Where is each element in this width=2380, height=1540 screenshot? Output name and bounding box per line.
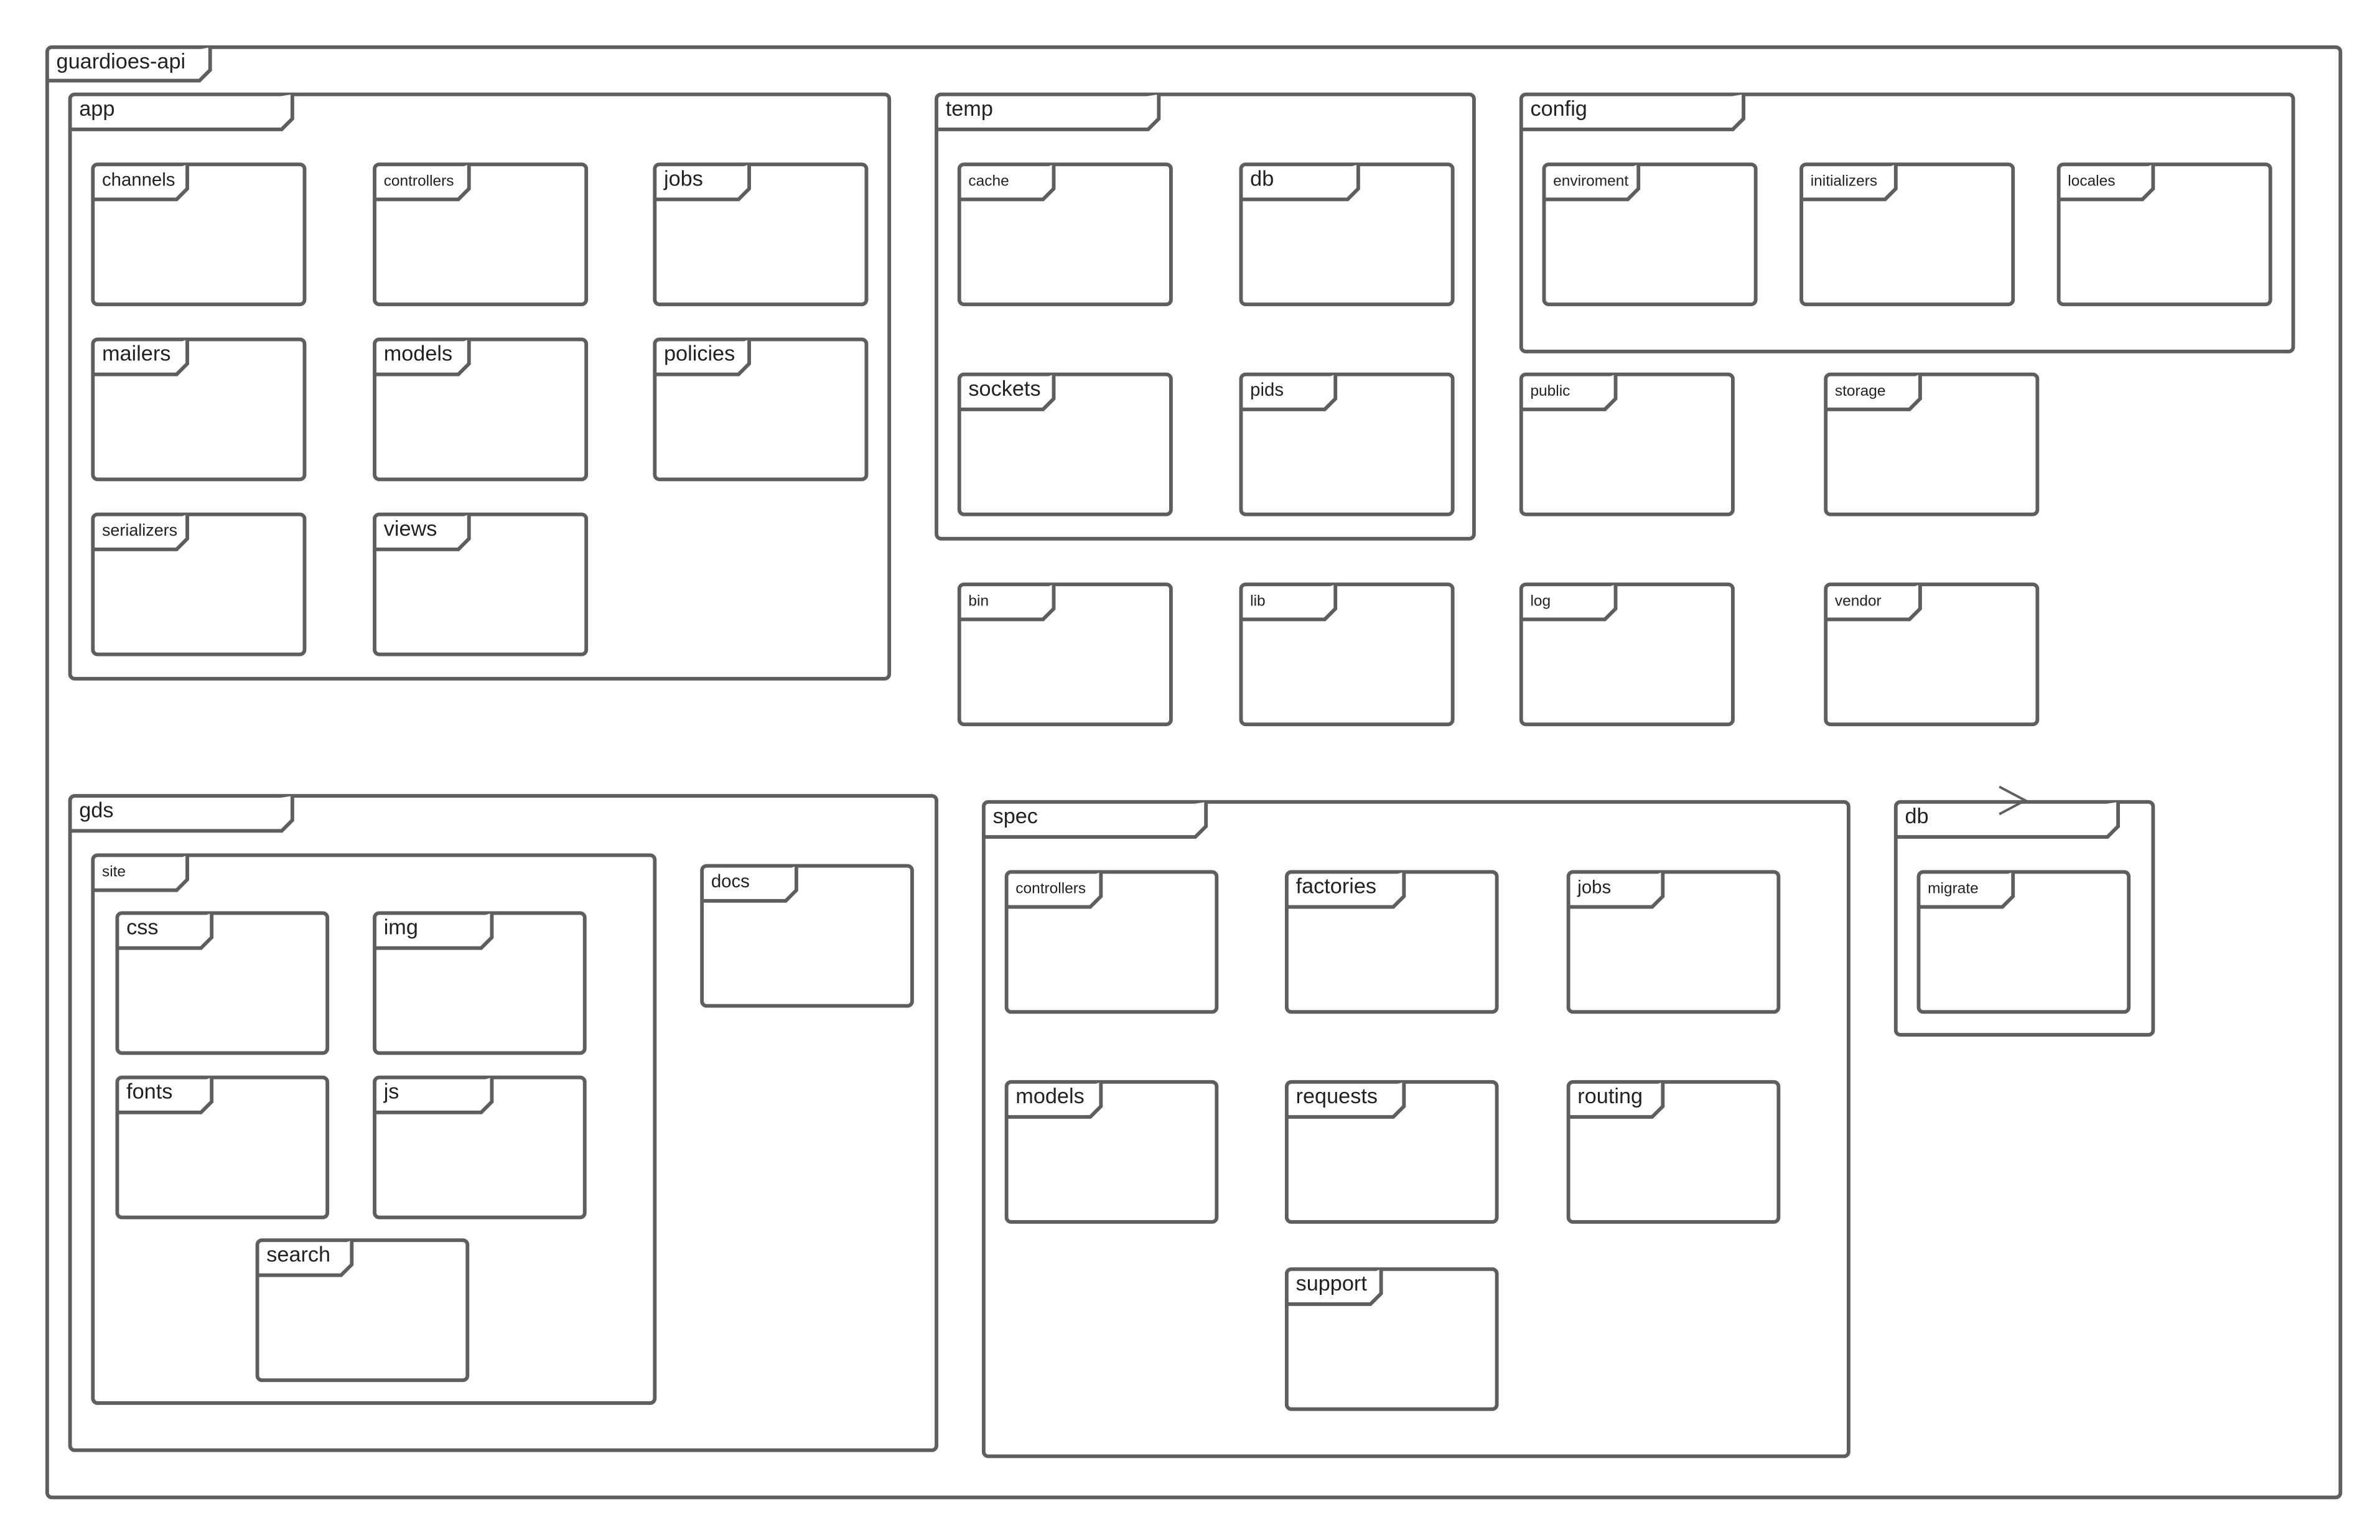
package-temp-db: db: [1239, 162, 1455, 307]
package-spec-models: models: [1004, 1080, 1219, 1224]
package-label: mailers: [102, 342, 170, 366]
package-spec-support: support: [1284, 1267, 1499, 1411]
package-site-search: search: [255, 1238, 470, 1383]
package-db-migrate: migrate: [1916, 870, 2131, 1014]
package-app-controllers: controllers: [373, 162, 589, 307]
package-spec-factories: factories: [1284, 870, 1499, 1014]
package-label: enviroment: [1553, 172, 1628, 189]
package-label: app: [79, 97, 114, 121]
package-config-initializers: initializers: [1799, 162, 2015, 307]
package-app-views: views: [373, 512, 589, 656]
package-config-enviroment: enviroment: [1542, 162, 1758, 307]
package-spec-jobs: jobs: [1566, 870, 1781, 1014]
package-frame: [957, 582, 1173, 727]
package-site-css: css: [115, 911, 330, 1055]
package-label: initializers: [1811, 172, 1877, 189]
package-vendor: vendor: [1824, 582, 2040, 727]
package-app-jobs: jobs: [653, 162, 869, 307]
package-config-locales: locales: [2056, 162, 2272, 307]
package-bin: bin: [957, 582, 1173, 727]
package-label: policies: [664, 342, 735, 366]
package-label: guardioes-api: [57, 50, 186, 73]
package-frame: [1239, 582, 1455, 727]
package-site-fonts: fonts: [115, 1075, 330, 1220]
package-label: serializers: [102, 521, 177, 539]
package-label: site: [102, 864, 126, 880]
package-label: bin: [968, 592, 989, 609]
package-app-models: models: [373, 337, 589, 482]
package-label: docs: [711, 871, 750, 892]
package-label: controllers: [384, 172, 454, 189]
package-label: js: [383, 1080, 399, 1104]
package-lib: lib: [1239, 582, 1455, 727]
package-label: jobs: [1577, 877, 1611, 898]
package-label: img: [384, 916, 418, 940]
package-label: pids: [1250, 380, 1284, 400]
package-label: db: [1250, 167, 1274, 190]
package-label: temp: [946, 97, 993, 121]
package-label: models: [384, 342, 452, 366]
package-label: views: [384, 517, 437, 541]
package-label: search: [266, 1243, 330, 1266]
package-label: cache: [968, 172, 1009, 189]
package-label: public: [1530, 383, 1570, 399]
package-diagram: guardioes-api app channels controllers jobs m…: [45, 45, 2343, 1500]
package-temp-pids: pids: [1239, 372, 1455, 516]
package-label: locales: [2068, 172, 2115, 189]
package-label: requests: [1296, 1085, 1378, 1108]
package-label: gds: [79, 798, 113, 822]
package-site-js: js: [373, 1075, 587, 1220]
package-label: spec: [993, 805, 1038, 828]
package-label: routing: [1577, 1085, 1643, 1108]
package-public: public: [1519, 372, 1735, 516]
package-site-img: img: [373, 911, 587, 1055]
package-spec-routing: routing: [1566, 1080, 1781, 1224]
package-spec-controllers: controllers: [1004, 870, 1219, 1014]
package-app-serializers: serializers: [91, 512, 307, 656]
package-label: migrate: [1928, 880, 1979, 897]
package-log: log: [1519, 582, 1735, 727]
package-label: log: [1530, 592, 1551, 609]
package-app-mailers: mailers: [91, 337, 307, 482]
package-label: fonts: [126, 1080, 172, 1104]
package-storage: storage: [1824, 372, 2040, 516]
package-label: factories: [1296, 875, 1376, 898]
package-label: config: [1530, 97, 1587, 121]
package-app-channels: channels: [91, 162, 307, 307]
package-temp-cache: cache: [957, 162, 1173, 307]
package-frame: [1519, 582, 1735, 727]
package-label: lib: [1250, 592, 1265, 609]
package-label: models: [1015, 1085, 1084, 1108]
package-label: vendor: [1835, 592, 1882, 609]
package-spec-requests: requests: [1284, 1080, 1499, 1224]
package-temp-sockets: sockets: [957, 372, 1173, 516]
package-app-policies: policies: [653, 337, 869, 482]
package-label: channels: [102, 169, 175, 190]
package-label: css: [126, 916, 158, 940]
package-label: sockets: [968, 377, 1040, 401]
package-gds-docs: docs: [700, 864, 914, 1008]
package-label: jobs: [663, 167, 703, 190]
package-label: storage: [1835, 383, 1886, 399]
package-label: db: [1905, 805, 1928, 828]
package-label: controllers: [1015, 880, 1086, 897]
package-label: support: [1296, 1272, 1368, 1295]
